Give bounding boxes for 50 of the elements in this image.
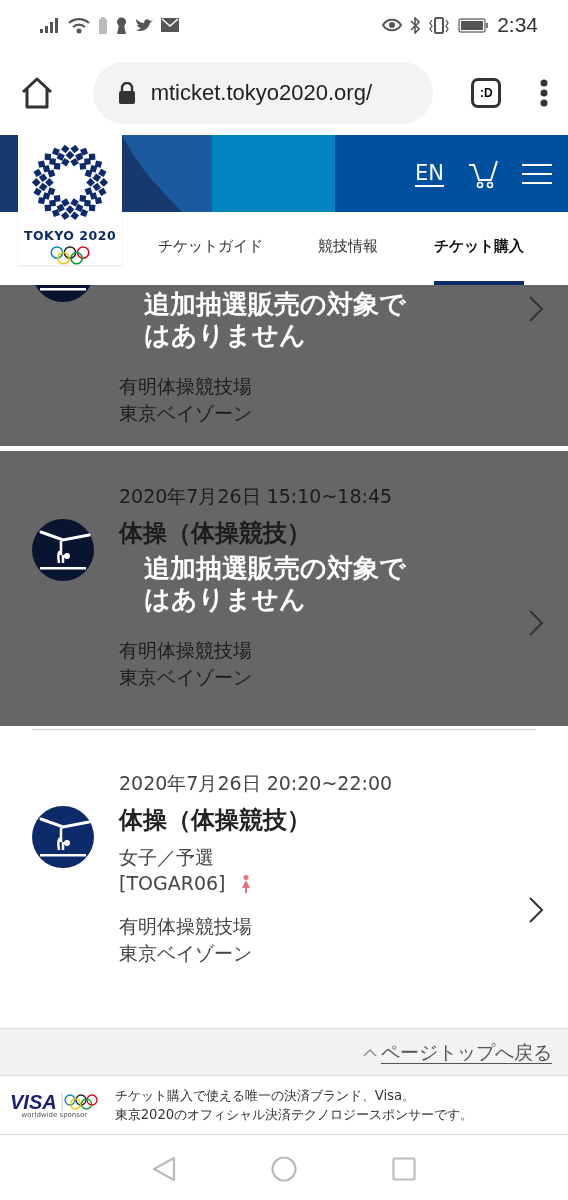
event-date: 2020年7月26日 20:20~22:00 [119, 771, 394, 796]
more-menu-icon[interactable] [539, 78, 548, 107]
vibrate-icon [428, 16, 451, 34]
eye-icon [382, 18, 403, 32]
chevron-right-icon [528, 609, 544, 637]
venue-zone: 東京ベイゾーン [119, 940, 253, 966]
keyhole-icon [116, 16, 127, 34]
venue-name: 有明体操競技場 [119, 638, 253, 664]
menu-icon[interactable] [522, 162, 552, 185]
chevron-right-icon [528, 295, 544, 323]
signal-icon [40, 17, 60, 33]
event-code: [TOGAR06] [119, 871, 226, 897]
sponsor-message: チケット購入で使える唯一の決済ブランド、Visa。 [114, 1086, 417, 1105]
venue-name: 有明体操競技場 [119, 374, 253, 400]
wifi-icon [68, 16, 90, 34]
woman-icon [241, 874, 250, 893]
cart-icon[interactable] [468, 158, 498, 189]
bird-icon [135, 17, 153, 33]
chevron-right-icon [528, 896, 544, 924]
rings-icon [49, 246, 91, 265]
nav-tab[interactable]: チケットガイド [157, 212, 263, 285]
event-date: 2020年7月26日 15:10~18:45 [119, 484, 394, 509]
event-title: 体操（体操競技） [119, 517, 312, 549]
gymnast-icon [32, 519, 94, 581]
clock-time: 2:34 [497, 12, 538, 39]
lock-icon [118, 81, 135, 104]
venue-zone: 東京ベイゾーン [119, 664, 253, 690]
nav-tab[interactable]: 競技情報 [318, 212, 379, 285]
page-top-link[interactable]: ページトップへ戻る [381, 1037, 552, 1067]
bluetooth-icon [410, 16, 421, 34]
rings-icon [60, 1092, 99, 1111]
mail-icon [161, 18, 179, 32]
logo-text: TOKYO 2020 [23, 229, 117, 243]
venue-name: 有明体操競技場 [119, 914, 253, 940]
event-title: 体操（体操競技） [119, 804, 312, 836]
battery-charging-icon [98, 16, 108, 34]
gymnast-icon [32, 806, 94, 868]
visa-logo-text: VISA [10, 1091, 57, 1112]
sponsor-message: 東京2020のオフィシャル決済テクノロジースポンサーです。 [114, 1106, 474, 1124]
battery-icon [458, 17, 490, 33]
url-text: mticket.tokyo2020.org/ [150, 79, 372, 107]
home-icon[interactable] [20, 76, 54, 109]
unavailable-notice: 追加抽選販売の対象ではありません [144, 552, 407, 616]
event-category: 女子／予選 [119, 844, 215, 870]
unavailable-notice: 追加抽選販売の対象ではありません [144, 289, 407, 352]
tab-switcher[interactable]: :D [471, 77, 502, 108]
language-link[interactable]: EN [415, 157, 444, 190]
caret-up-icon [363, 1047, 377, 1057]
address-bar[interactable]: mticket.tokyo2020.org/ [92, 61, 433, 124]
venue-zone: 東京ベイゾーン [119, 400, 253, 426]
